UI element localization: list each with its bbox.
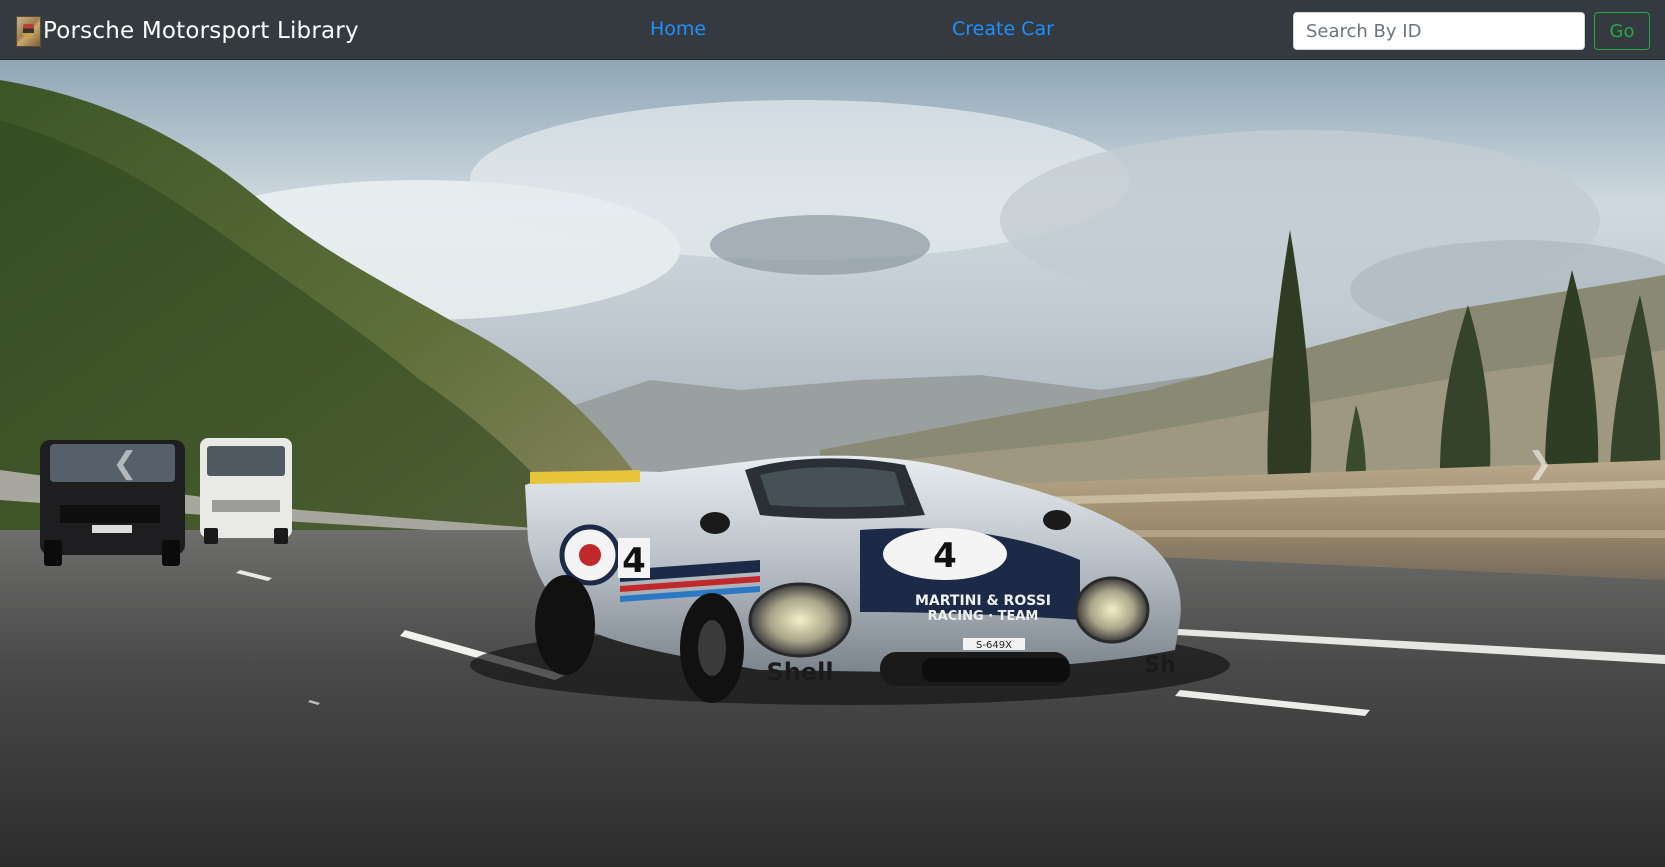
brand-title: Porsche Motorsport Library <box>43 18 359 44</box>
svg-text:4: 4 <box>622 541 646 581</box>
brand[interactable]: Porsche Motorsport Library <box>16 15 359 47</box>
carousel-prev-button[interactable]: ❮ <box>0 60 250 867</box>
search-by-id-input[interactable] <box>1293 12 1585 50</box>
go-button[interactable]: Go <box>1594 12 1650 50</box>
carousel-next-button[interactable]: ❯ <box>1415 60 1665 867</box>
hero-carousel: 4 MARTINI & ROSSI RACING · TEAM 4 S-649X… <box>0 60 1665 867</box>
chevron-right-icon: ❯ <box>1527 446 1553 481</box>
porsche-crest-logo <box>16 15 41 47</box>
nav-link-create-car[interactable]: Create Car <box>952 18 1054 40</box>
nav-link-home[interactable]: Home <box>650 18 706 40</box>
svg-text:4: 4 <box>933 536 957 576</box>
svg-text:MARTINI & ROSSI: MARTINI & ROSSI <box>915 593 1051 609</box>
top-navbar: Porsche Motorsport Library Home Create C… <box>0 0 1665 60</box>
chevron-left-icon: ❮ <box>112 446 138 481</box>
svg-text:Shell: Shell <box>766 658 833 686</box>
svg-text:RACING · TEAM: RACING · TEAM <box>928 609 1039 624</box>
svg-text:S-649X: S-649X <box>976 640 1012 651</box>
svg-text:Sh: Sh <box>1144 653 1176 678</box>
